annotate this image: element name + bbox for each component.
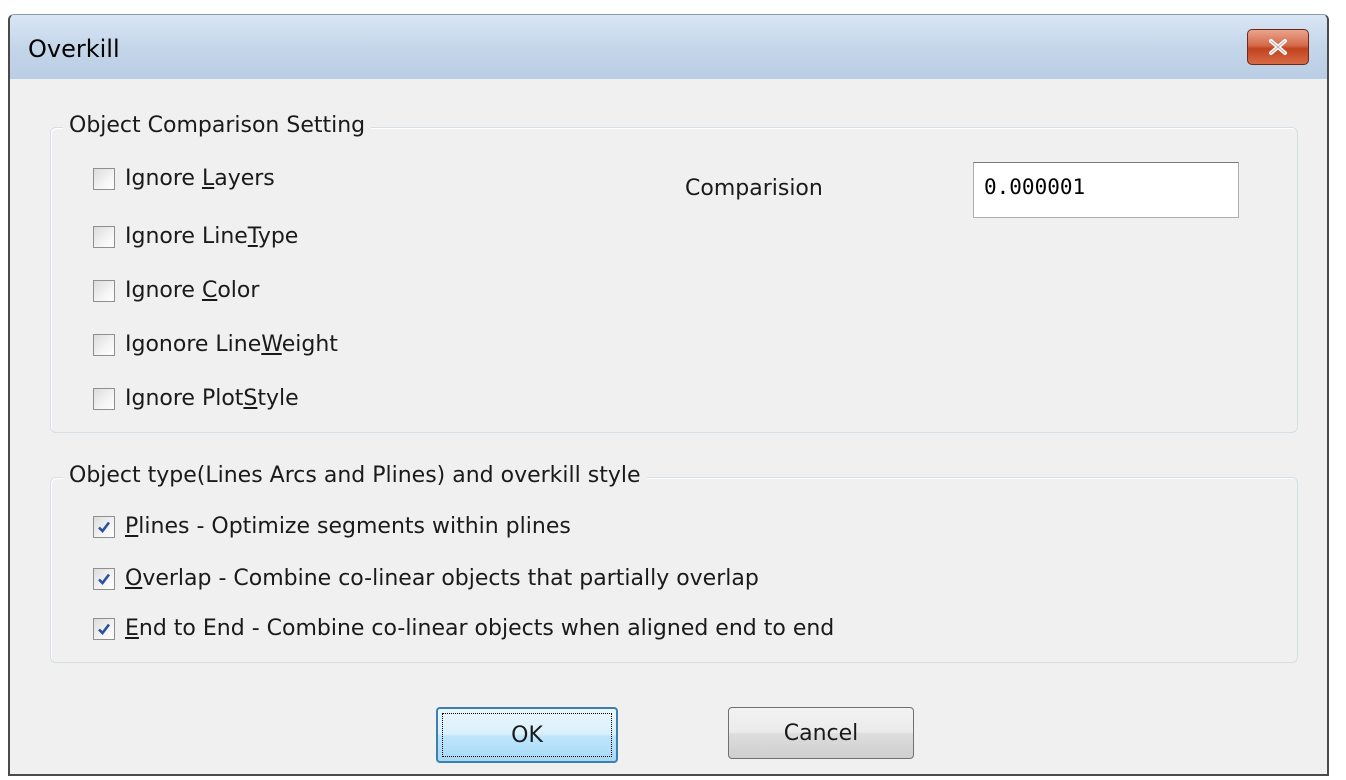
object-comparison-group: Object Comparison Setting Ignore Layers … bbox=[50, 113, 1298, 433]
ignore-layers-checkbox[interactable]: Ignore Layers bbox=[93, 166, 275, 191]
ignore-color-checkbox[interactable]: Ignore Color bbox=[93, 278, 259, 303]
checkbox-box[interactable] bbox=[93, 515, 115, 538]
ok-button[interactable]: OK bbox=[436, 707, 618, 763]
checkbox-box[interactable] bbox=[93, 279, 115, 302]
group-title: Object type(Lines Arcs and Plines) and o… bbox=[63, 463, 647, 488]
checkmark-icon bbox=[98, 573, 111, 585]
checkbox-box[interactable] bbox=[93, 333, 115, 356]
checkbox-label: Ignore Color bbox=[125, 278, 260, 303]
close-button[interactable] bbox=[1247, 29, 1309, 65]
checkbox-box[interactable] bbox=[93, 387, 115, 410]
dialog-body: Object Comparison Setting Ignore Layers … bbox=[10, 79, 1327, 774]
checkbox-box[interactable] bbox=[93, 617, 115, 640]
ignore-linetype-checkbox[interactable]: Ignore LineType bbox=[93, 224, 298, 249]
plines-checkbox[interactable]: Plines - Optimize segments within plines bbox=[93, 514, 571, 539]
checkmark-icon bbox=[98, 623, 111, 635]
close-icon bbox=[1269, 39, 1287, 55]
checkbox-label: Plines - Optimize segments within plines bbox=[125, 514, 571, 539]
end-to-end-checkbox[interactable]: End to End - Combine co-linear objects w… bbox=[93, 616, 834, 641]
checkbox-box[interactable] bbox=[93, 167, 115, 190]
checkbox-label: Ignore PlotStyle bbox=[125, 386, 299, 411]
checkbox-label: Ignore LineType bbox=[125, 224, 299, 249]
cancel-button[interactable]: Cancel bbox=[728, 707, 914, 759]
checkmark-icon bbox=[98, 521, 111, 533]
comparison-input[interactable]: 0.000001 bbox=[973, 162, 1239, 218]
checkbox-label: Overlap - Combine co-linear objects that… bbox=[125, 566, 759, 591]
cancel-button-label: Cancel bbox=[783, 720, 859, 746]
overkill-dialog: Overkill Object Comparison Setting Ignor… bbox=[8, 14, 1329, 776]
checkbox-label: Igonore LineWeight bbox=[125, 332, 338, 357]
window-title: Overkill bbox=[28, 35, 120, 63]
checkbox-label: Ignore Layers bbox=[125, 166, 275, 191]
checkbox-label: End to End - Combine co-linear objects w… bbox=[125, 616, 835, 641]
title-bar[interactable]: Overkill bbox=[10, 15, 1327, 80]
ignore-plotstyle-checkbox[interactable]: Ignore PlotStyle bbox=[93, 386, 299, 411]
comparison-label: Comparision bbox=[685, 176, 823, 201]
checkbox-box[interactable] bbox=[93, 567, 115, 590]
object-type-group: Object type(Lines Arcs and Plines) and o… bbox=[50, 463, 1298, 663]
ignore-lineweight-checkbox[interactable]: Igonore LineWeight bbox=[93, 332, 338, 357]
ok-button-label: OK bbox=[511, 722, 543, 748]
group-title: Object Comparison Setting bbox=[63, 113, 372, 138]
checkbox-box[interactable] bbox=[93, 225, 115, 248]
overlap-checkbox[interactable]: Overlap - Combine co-linear objects that… bbox=[93, 566, 759, 591]
